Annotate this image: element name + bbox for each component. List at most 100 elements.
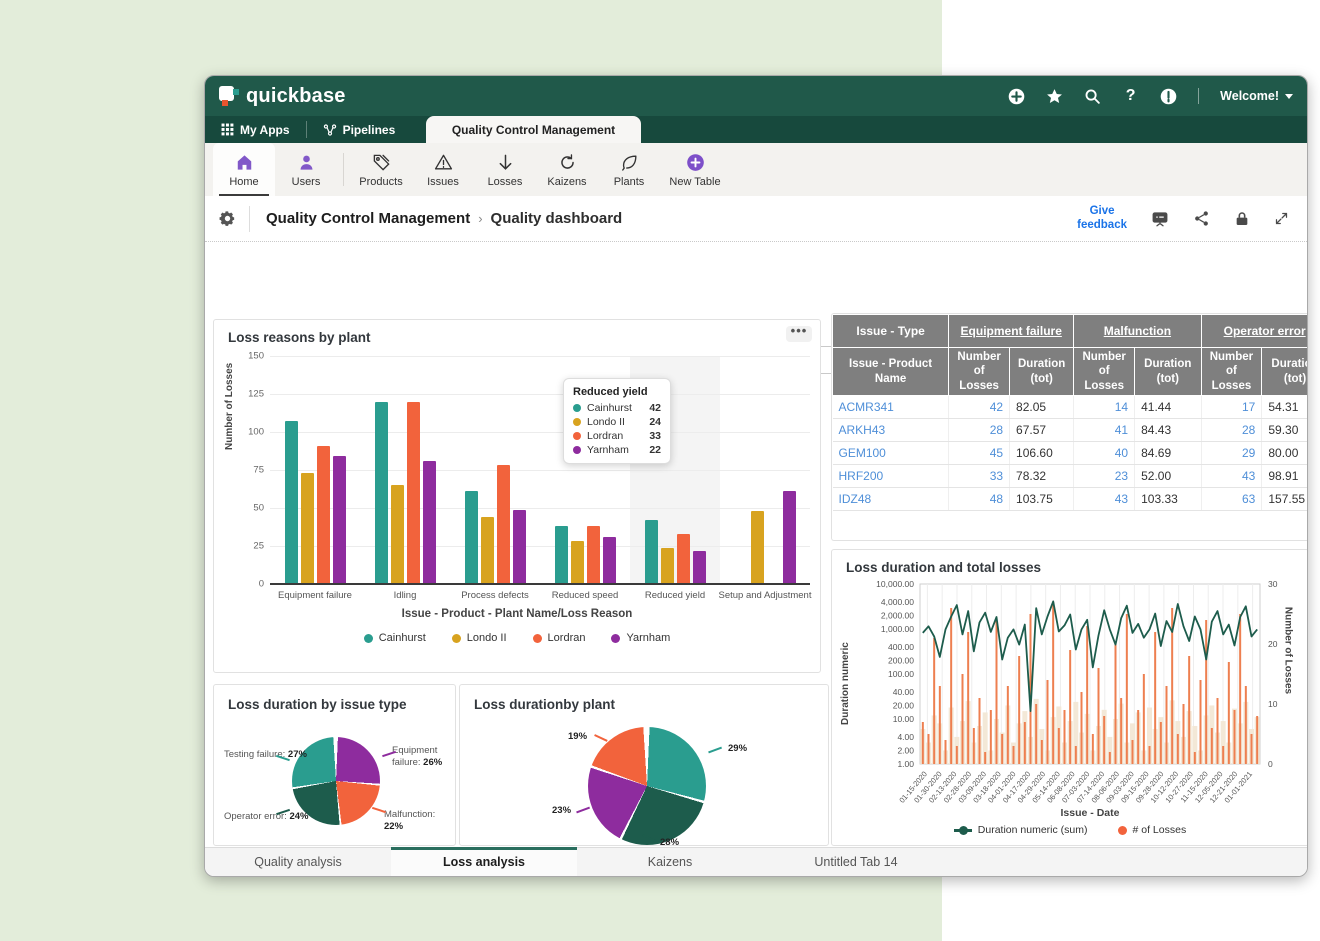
bar-yarnham[interactable] [513,510,526,584]
favorites-star-icon[interactable] [1046,88,1063,105]
x-axis-category-label: Equipment failure [278,590,352,601]
legend-item[interactable]: Cainhurst [364,632,426,644]
toolbar-new-table[interactable]: New Table [660,143,730,196]
expand-icon[interactable] [1274,211,1289,226]
bar-lordran[interactable] [317,446,330,584]
bar-yarnham[interactable] [333,456,346,584]
lock-icon[interactable] [1234,211,1250,227]
bar-londo-ii[interactable] [391,485,404,584]
product-link[interactable]: HRF200 [833,465,949,488]
bar-yarnham[interactable] [693,551,706,584]
product-link[interactable]: ACMR341 [833,396,949,419]
line-chart-plot: 01-15-202001-30-202002-13-202002-28-2020… [836,576,1306,816]
toolbar-users[interactable]: Users [275,143,337,196]
legend-item[interactable]: Londo II [452,632,507,644]
quickbase-logo[interactable]: quickbase [219,85,346,108]
user-menu[interactable]: Welcome! [1220,89,1293,103]
svg-text:10: 10 [1268,699,1278,709]
table-group-header[interactable]: Malfunction [1074,315,1201,348]
table-cell: 67.57 [1010,419,1074,442]
card-more-button[interactable]: ••• [786,326,812,342]
svg-text:4,000.00: 4,000.00 [881,597,914,607]
bar-group [450,356,540,584]
tooltip-row: Cainhurst42 [573,402,661,414]
help-icon[interactable]: ? [1122,88,1139,105]
bar-lordran[interactable] [497,465,510,584]
table-subheader[interactable]: Number of Losses [1201,348,1262,396]
nav-pipelines-label: Pipelines [343,123,396,137]
toolbar-products[interactable]: Products [350,143,412,196]
bar-yarnham[interactable] [423,461,436,584]
bar-lordran[interactable] [587,526,600,584]
search-icon[interactable] [1084,88,1101,105]
bar-lordran[interactable] [677,534,690,584]
table-cell: 29 [1201,442,1262,465]
svg-text:200.00: 200.00 [888,655,914,665]
bar-londo-ii[interactable] [481,517,494,584]
legend-item[interactable]: Yarnham [611,632,670,644]
svg-text:2.00: 2.00 [897,745,914,755]
bar-londo-ii[interactable] [301,473,314,584]
table-subheader[interactable]: Duration (tot) [1262,348,1308,396]
toolbar-home[interactable]: Home [213,143,275,196]
nav-pipelines[interactable]: Pipelines [307,116,412,143]
toolbar-plants[interactable]: Plants [598,143,660,196]
toolbar-kaizens[interactable]: Kaizens [536,143,598,196]
bar-group [360,356,450,584]
bar-londo-ii[interactable] [751,511,764,584]
nav-my-apps[interactable]: My Apps [205,116,306,143]
table-subheader[interactable]: Number of Losses [1074,348,1135,396]
bar-cainhurst[interactable] [375,402,388,584]
top-bar: quickbase ? Welcome! [205,76,1307,116]
alerts-icon[interactable] [1160,88,1177,105]
bar-group [720,356,810,584]
table-subheader[interactable]: Duration (tot) [1135,348,1201,396]
add-icon[interactable] [1008,88,1025,105]
table-subheader[interactable]: Number of Losses [949,348,1010,396]
x-axis-category-label: Reduced yield [645,590,705,601]
table-row: IDZ4848103.7543103.3363157.55 [833,488,1309,511]
dashboard-tab-loss-analysis[interactable]: Loss analysis [391,848,577,876]
dashboard-tab-kaizens[interactable]: Kaizens [577,848,763,876]
product-link[interactable]: GEM100 [833,442,949,465]
line-chart-card: Loss duration and total losses Duration … [831,549,1308,846]
breadcrumb-app[interactable]: Quality Control Management [266,210,470,227]
toolbar-losses[interactable]: Losses [474,143,536,196]
table-group-header[interactable]: Equipment failure [949,315,1074,348]
svg-text:40.00: 40.00 [893,687,915,697]
table-row: ARKH432867.574184.432859.30 [833,419,1309,442]
presentation-icon[interactable] [1151,210,1169,228]
table-subheader[interactable]: Duration (tot) [1010,348,1074,396]
legend-item[interactable]: Duration numeric (sum) [954,824,1088,836]
bar-lordran[interactable] [407,402,420,584]
nav-tab-quality-control-management[interactable]: Quality Control Management [426,116,641,143]
give-feedback-link[interactable]: Givefeedback [1077,205,1127,231]
bar-londo-ii[interactable] [661,548,674,584]
leader-line [594,734,607,741]
share-icon[interactable] [1193,210,1210,227]
legend-item[interactable]: # of Losses [1118,824,1187,836]
bar-yarnham[interactable] [783,491,796,584]
bar-yarnham[interactable] [603,537,616,584]
bar-londo-ii[interactable] [571,541,584,584]
table-cell: 41 [1074,419,1135,442]
table-group-header[interactable]: Operator error [1201,315,1308,348]
product-link[interactable]: ARKH43 [833,419,949,442]
pie-plant-card: Loss durationby plant 29% 28% 23% 19% [459,684,829,846]
product-link[interactable]: IDZ48 [833,488,949,511]
dashboard-tab-untitled-tab-14[interactable]: Untitled Tab 14 [763,848,949,876]
settings-gear-icon[interactable] [205,210,249,227]
breadcrumb-row: Quality Control Management › Quality das… [205,196,1307,242]
chevron-down-icon [1285,94,1293,99]
pipelines-icon [323,123,337,137]
toolbar-home-label: Home [229,176,258,188]
breadcrumb-separator: › [478,211,482,226]
bar-cainhurst[interactable] [555,526,568,584]
bar-cainhurst[interactable] [465,491,478,584]
toolbar-issues[interactable]: Issues [412,143,474,196]
pie2-chart[interactable] [588,727,706,845]
legend-item[interactable]: Lordran [533,632,586,644]
dashboard-tab-quality-analysis[interactable]: Quality analysis [205,848,391,876]
bar-cainhurst[interactable] [645,520,658,584]
bar-cainhurst[interactable] [285,421,298,584]
